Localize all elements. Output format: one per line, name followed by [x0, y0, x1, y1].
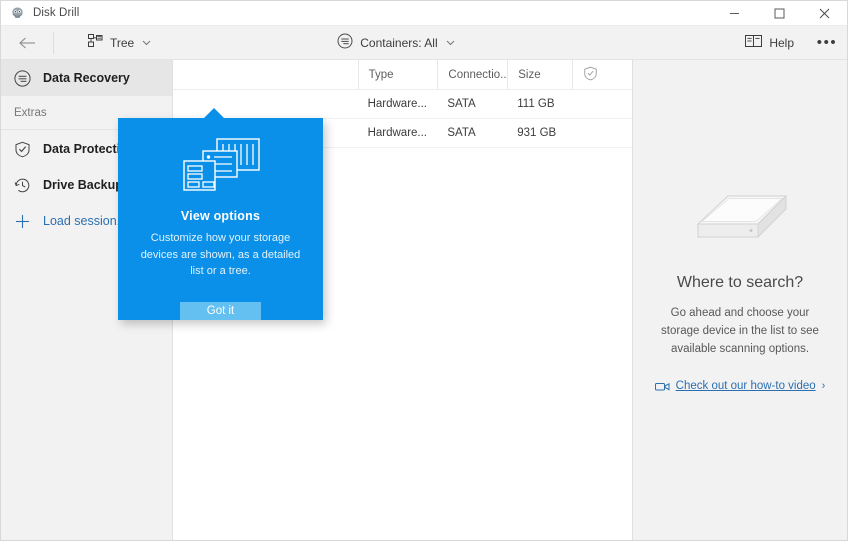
- toolbar-divider-1: [53, 31, 54, 54]
- help-label: Help: [769, 35, 794, 50]
- chevron-down-icon: [446, 38, 455, 48]
- split-panel-icon: [745, 34, 763, 51]
- minimize-button[interactable]: [712, 1, 757, 26]
- help-button[interactable]: Help: [732, 26, 807, 60]
- coachmark-arrow: [203, 108, 225, 119]
- view-options-illustration: [181, 137, 261, 193]
- right-panel-title: Where to search?: [676, 274, 804, 291]
- column-header-protection[interactable]: [572, 60, 622, 89]
- shield-icon: [583, 66, 598, 84]
- column-header-connection[interactable]: Connectio...: [437, 60, 507, 89]
- cell-device-size: 111 GB: [517, 98, 555, 110]
- maximize-button[interactable]: [757, 1, 802, 26]
- how-to-video-link[interactable]: Check out our how-to video: [676, 380, 816, 392]
- chevron-down-icon: [142, 38, 151, 48]
- coachmark-description: Customize how your storage devices are s…: [140, 232, 301, 277]
- sidebar-item-data-recovery[interactable]: Data Recovery: [1, 60, 172, 96]
- containers-filter-dropdown[interactable]: Containers: All: [324, 26, 467, 60]
- cell-device-protection: [572, 90, 622, 118]
- cell-device-size: 931 GB: [517, 127, 557, 139]
- back-button[interactable]: [1, 26, 53, 60]
- shield-check-icon: [14, 141, 31, 158]
- row-menu-button[interactable]: ⋮: [622, 90, 632, 118]
- coachmark-title: View options: [180, 209, 261, 223]
- cell-device-connection: SATA: [447, 98, 476, 110]
- sidebar-item-label: Load session...: [43, 214, 128, 228]
- filter-icon: [337, 33, 353, 52]
- disk-drill-logo-icon: [10, 6, 25, 21]
- tree-view-icon: [88, 34, 103, 51]
- right-info-panel: Where to search? Go ahead and choose you…: [633, 60, 847, 540]
- data-recovery-icon: [14, 69, 31, 87]
- sidebar-item-label: Drive Backup: [43, 178, 123, 192]
- video-camera-icon: [654, 381, 670, 392]
- sidebar-item-label: Data Recovery: [43, 71, 130, 85]
- window-controls: [712, 1, 847, 26]
- chevron-right-icon: ›: [821, 380, 826, 393]
- title-bar: Disk Drill: [1, 1, 847, 26]
- view-options-coachmark: View options Customize how your storage …: [118, 108, 323, 320]
- cell-device-name: [173, 90, 358, 118]
- column-header-type[interactable]: Type: [357, 60, 438, 89]
- title-bar-left: Disk Drill: [1, 6, 79, 21]
- column-header-menu: [622, 60, 632, 89]
- got-it-button[interactable]: Got it: [180, 301, 261, 320]
- sidebar-section-label: Extras: [14, 106, 47, 119]
- view-mode-label: Tree: [110, 35, 135, 50]
- table-row[interactable]: Hardware... SATA 111 GB ⋮: [173, 90, 632, 119]
- view-mode-dropdown[interactable]: Tree: [75, 26, 164, 60]
- cell-device-type: Hardware...: [367, 127, 427, 139]
- row-menu-button[interactable]: ⋮: [622, 119, 632, 147]
- cell-device-connection: SATA: [447, 127, 476, 139]
- clock-history-icon: [14, 177, 31, 194]
- window-title: Disk Drill: [33, 7, 80, 19]
- overflow-menu-button[interactable]: •••: [807, 26, 847, 60]
- main-body: Data Recovery Extras Data Protection Dri…: [1, 60, 847, 540]
- column-header-size[interactable]: Size: [507, 60, 572, 89]
- hard-drive-illustration: [680, 180, 800, 252]
- right-panel-description: Go ahead and choose your storage device …: [661, 307, 819, 355]
- containers-filter-label: Containers: All: [360, 35, 438, 50]
- device-table-header: Type Connectio... Size: [173, 60, 632, 90]
- cell-device-protection: [572, 119, 622, 147]
- plus-icon: [14, 213, 31, 230]
- column-header-name[interactable]: [173, 60, 358, 89]
- close-button[interactable]: [802, 1, 847, 26]
- toolbar: Tree Containers: All Help •••: [1, 26, 847, 60]
- cell-device-type: Hardware...: [367, 98, 427, 110]
- how-to-video-link-row[interactable]: Check out our how-to video ›: [654, 380, 826, 393]
- disk-drill-window: Disk Drill Tree Containers: All Help •••…: [0, 0, 848, 541]
- toolbar-right-group: Help •••: [732, 26, 847, 60]
